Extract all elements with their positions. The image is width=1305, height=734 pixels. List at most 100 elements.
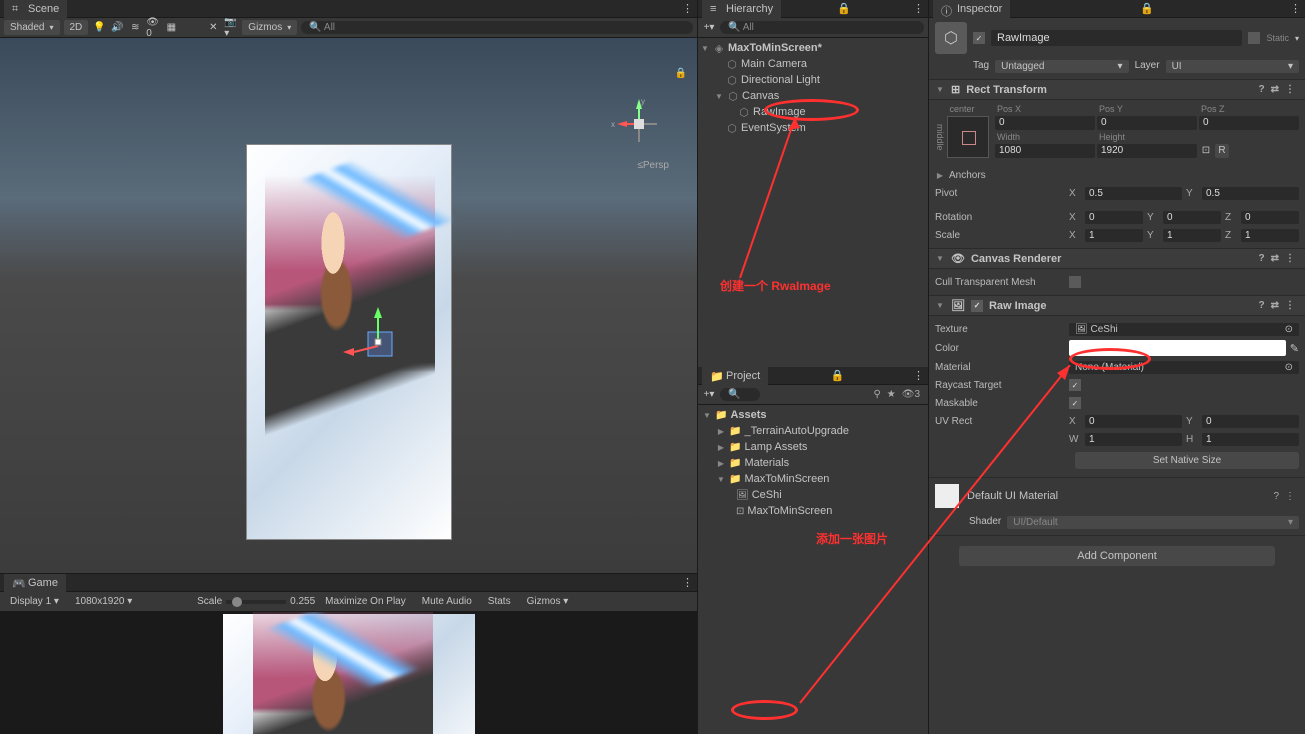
texture-field[interactable]: 🖼 CeShi⊙ bbox=[1069, 323, 1299, 336]
cull-checkbox[interactable] bbox=[1069, 276, 1081, 288]
rect-transform-header[interactable]: ▼⊞Rect Transform?⇄⋮ bbox=[929, 79, 1305, 100]
resolution-dropdown[interactable]: 1080x1920 ▾ bbox=[69, 594, 138, 609]
hierarchy-item-rawimage[interactable]: ⬡RawImage bbox=[698, 104, 928, 120]
persp-label[interactable]: ≤Persp bbox=[637, 160, 669, 171]
anchor-preset-button[interactable] bbox=[947, 116, 989, 158]
uv-y-field[interactable]: 0 bbox=[1202, 415, 1299, 428]
set-native-size-button[interactable]: Set Native Size bbox=[1075, 452, 1299, 469]
scene-search[interactable]: 🔍 All bbox=[301, 21, 693, 34]
hierarchy-item-light[interactable]: ⬡Directional Light bbox=[698, 72, 928, 88]
help-icon[interactable]: ? bbox=[1259, 84, 1265, 95]
hierarchy-item-camera[interactable]: ⬡Main Camera bbox=[698, 56, 928, 72]
rot-z-field[interactable]: 0 bbox=[1241, 211, 1299, 224]
effects-icon[interactable]: ≋ bbox=[128, 21, 142, 35]
menu-icon[interactable]: ⋮ bbox=[1285, 253, 1295, 264]
rot-y-field[interactable]: 0 bbox=[1163, 211, 1221, 224]
project-assets[interactable]: ▼📁Assets bbox=[698, 407, 928, 423]
hierarchy-tree[interactable]: ▼◈MaxToMinScreen* ⬡Main Camera ⬡Directio… bbox=[698, 38, 928, 367]
create-dropdown[interactable]: +▾ bbox=[702, 21, 716, 35]
mode-2d-toggle[interactable]: 2D bbox=[64, 20, 89, 35]
project-asset-ceshi[interactable]: 🖼CeShi bbox=[698, 487, 928, 503]
layer-dropdown[interactable]: UI▾ bbox=[1166, 60, 1299, 73]
scene-viewport[interactable]: x y ≤Persp 🔒 bbox=[0, 38, 697, 573]
expand-icon[interactable]: ▼ bbox=[716, 475, 726, 484]
help-icon[interactable]: ? bbox=[1259, 253, 1265, 264]
raw-edit-icon[interactable]: R bbox=[1215, 144, 1229, 158]
expand-icon[interactable]: ▶ bbox=[716, 443, 726, 452]
project-folder[interactable]: ▶📁Materials bbox=[698, 455, 928, 471]
height-field[interactable]: 1920 bbox=[1097, 144, 1197, 158]
hierarchy-tab[interactable]: ≡Hierarchy bbox=[702, 0, 781, 18]
static-checkbox[interactable] bbox=[1248, 32, 1260, 44]
project-search[interactable]: 🔍 bbox=[720, 388, 760, 401]
expand-icon[interactable]: ▼ bbox=[700, 44, 710, 53]
lock-icon[interactable]: 🔒 bbox=[831, 369, 845, 382]
add-component-button[interactable]: Add Component bbox=[959, 546, 1275, 566]
scene-root[interactable]: ▼◈MaxToMinScreen* bbox=[698, 40, 928, 56]
active-checkbox[interactable] bbox=[973, 32, 985, 44]
preset-icon[interactable]: ⇄ bbox=[1271, 300, 1279, 311]
gizmos-dropdown[interactable]: Gizmos bbox=[242, 20, 297, 35]
scene-menu-icon[interactable]: ⋮ bbox=[682, 2, 693, 15]
orientation-gizmo-icon[interactable]: x y bbox=[609, 94, 669, 154]
filter-icon[interactable]: ⚲ bbox=[873, 389, 880, 400]
audio-icon[interactable]: 🔊 bbox=[110, 21, 124, 35]
expand-icon[interactable]: ▼ bbox=[935, 85, 945, 94]
project-folder[interactable]: ▶📁Lamp Assets bbox=[698, 439, 928, 455]
pivot-y-field[interactable]: 0.5 bbox=[1202, 187, 1299, 200]
uv-w-field[interactable]: 1 bbox=[1085, 433, 1182, 446]
camera-icon[interactable]: 📷▾ bbox=[224, 21, 238, 35]
game-gizmos-dropdown[interactable]: Gizmos ▾ bbox=[521, 594, 575, 609]
display-dropdown[interactable]: Display 1 ▾ bbox=[4, 594, 65, 609]
menu-icon[interactable]: ⋮ bbox=[1285, 491, 1295, 502]
mute-toggle[interactable]: Mute Audio bbox=[416, 594, 478, 609]
posz-field[interactable]: 0 bbox=[1199, 116, 1299, 129]
material-preview[interactable] bbox=[935, 484, 959, 508]
scale-z-field[interactable]: 1 bbox=[1241, 229, 1299, 242]
lock-gizmo-icon[interactable]: 🔒 bbox=[675, 68, 687, 79]
hierarchy-item-eventsystem[interactable]: ⬡EventSystem bbox=[698, 120, 928, 136]
scale-y-field[interactable]: 1 bbox=[1163, 229, 1221, 242]
rawimage-header[interactable]: ▼🖼Raw Image?⇄⋮ bbox=[929, 295, 1305, 316]
maskable-checkbox[interactable] bbox=[1069, 397, 1081, 409]
color-field[interactable] bbox=[1069, 340, 1286, 356]
inspector-menu-icon[interactable]: ⋮ bbox=[1290, 2, 1301, 15]
lock-icon[interactable]: 🔒 bbox=[837, 2, 851, 15]
name-field[interactable]: RawImage bbox=[991, 30, 1242, 46]
rot-x-field[interactable]: 0 bbox=[1085, 211, 1143, 224]
component-enabled-checkbox[interactable] bbox=[971, 300, 983, 312]
game-viewport[interactable] bbox=[0, 612, 697, 734]
project-folder[interactable]: ▼📁MaxToMinScreen bbox=[698, 471, 928, 487]
menu-icon[interactable]: ⋮ bbox=[1285, 84, 1295, 95]
project-menu-icon[interactable]: ⋮ bbox=[913, 369, 924, 382]
expand-icon[interactable]: ▼ bbox=[935, 254, 945, 263]
uv-x-field[interactable]: 0 bbox=[1085, 415, 1182, 428]
shading-dropdown[interactable]: Shaded bbox=[4, 20, 60, 35]
gameobject-icon[interactable]: ⬡ bbox=[935, 22, 967, 54]
material-section[interactable]: Default UI Material ?⋮ bbox=[929, 477, 1305, 514]
menu-icon[interactable]: ⋮ bbox=[1285, 300, 1295, 311]
posx-field[interactable]: 0 bbox=[995, 116, 1095, 129]
expand-icon[interactable]: ▶ bbox=[935, 171, 945, 180]
image-plane[interactable] bbox=[246, 144, 452, 540]
expand-icon[interactable]: ▶ bbox=[716, 427, 726, 436]
width-field[interactable]: 1080 bbox=[995, 144, 1095, 158]
light-icon[interactable]: 💡 bbox=[92, 21, 106, 35]
scene-tab[interactable]: ⌗Scene bbox=[4, 0, 67, 18]
project-folder[interactable]: ▶📁_TerrainAutoUpgrade bbox=[698, 423, 928, 439]
lock-icon[interactable]: 🔒 bbox=[1140, 2, 1154, 15]
inspector-tab[interactable]: ⓘInspector bbox=[933, 0, 1010, 18]
game-menu-icon[interactable]: ⋮ bbox=[682, 576, 693, 589]
preset-icon[interactable]: ⇄ bbox=[1271, 84, 1279, 95]
expand-icon[interactable]: ▶ bbox=[716, 459, 726, 468]
object-picker-icon[interactable]: ⊙ bbox=[1285, 324, 1293, 335]
help-icon[interactable]: ? bbox=[1273, 491, 1279, 502]
shader-dropdown[interactable]: UI/Default▾ bbox=[1007, 516, 1299, 529]
help-icon[interactable]: ? bbox=[1259, 300, 1265, 311]
create-dropdown[interactable]: +▾ bbox=[702, 388, 716, 402]
pivot-x-field[interactable]: 0.5 bbox=[1085, 187, 1182, 200]
tag-dropdown[interactable]: Untagged▾ bbox=[995, 60, 1128, 73]
hierarchy-menu-icon[interactable]: ⋮ bbox=[913, 2, 924, 15]
expand-icon[interactable]: ▼ bbox=[935, 301, 945, 310]
maximize-toggle[interactable]: Maximize On Play bbox=[319, 594, 412, 609]
